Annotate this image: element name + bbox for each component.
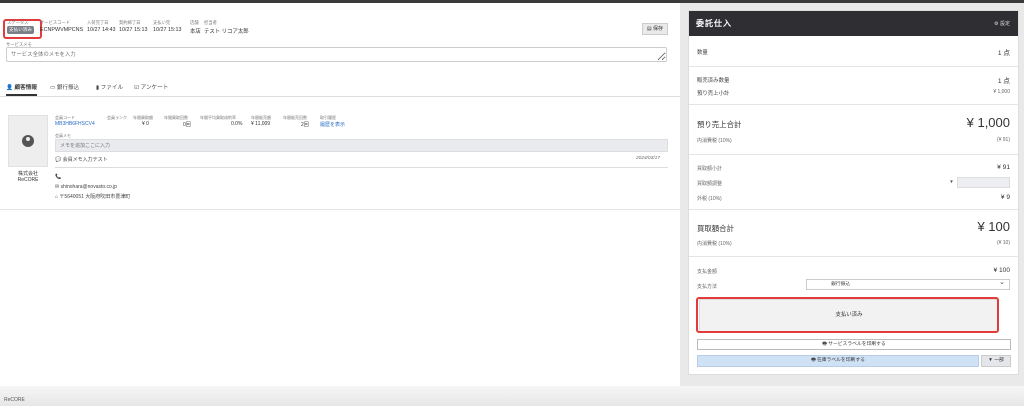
service-memo-input[interactable] [6, 47, 667, 62]
member-code-link[interactable]: MB3HB6FHSCV4 [55, 121, 95, 127]
payment-label: 支払い完 [153, 20, 171, 25]
expected-subtotal-label: 預り売上小計 [697, 91, 730, 97]
printer-icon: 🖶 [811, 358, 816, 363]
arrival-label: 入荷完了日 [87, 20, 109, 25]
store-value: 本店 [190, 29, 201, 35]
footer-text: ReCORE [4, 397, 25, 403]
annual-purchase-value: ¥ 0 [142, 121, 149, 127]
divider [55, 167, 668, 168]
divider [689, 104, 1018, 105]
payment-amount-label: 支払金額 [697, 269, 718, 275]
address-row: ⌂ 〒5640051 大阪府吹田市豊津町 [55, 194, 131, 200]
printer-icon: 🖶 [822, 342, 827, 347]
tab-survey[interactable]: ☑ アンケート [134, 83, 168, 96]
section-divider [0, 209, 680, 210]
annual-avg-rate-value: 0.0% [231, 121, 243, 127]
checklist-icon: ☑ [134, 85, 140, 91]
save-button[interactable]: ▤ 保存 [642, 23, 668, 35]
filter-icon: ▼ [988, 358, 993, 363]
gear-icon: ⚙ [994, 21, 999, 27]
tab-customer[interactable]: 👤 顧客情報 [6, 83, 37, 96]
mail-icon: ✉ [55, 184, 60, 190]
divider [689, 154, 1018, 155]
purchase-tax-value: (¥ 10) [996, 240, 1010, 246]
phone-row: 📞 [55, 174, 61, 180]
avatar [8, 115, 48, 167]
expected-tax-value: (¥ 91) [996, 137, 1010, 143]
status-badge: 支払い済み [7, 26, 34, 34]
phone-icon: 📞 [55, 174, 62, 180]
payment-amount-value: ¥ 100 [993, 267, 1010, 274]
save-icon: ▤ [646, 26, 652, 32]
purchase-subtotal-label: 買取額小計 [697, 166, 723, 172]
settings-button[interactable]: ⚙ 設定 [994, 20, 1010, 27]
purchase-total-label: 買取額合計 [697, 224, 734, 233]
print-service-label-button[interactable]: 🖶 サービスラベルを印刷する [697, 339, 1011, 350]
tax-exclusive-label: 外税 (10%) [697, 196, 722, 202]
bank-card-icon: ▭ [50, 85, 56, 91]
sold-qty-label: 販売済み数量 [697, 78, 730, 84]
tab-bar: 👤 顧客情報 ▭ 銀行振込 ▮ ファイル ☑ アンケート [0, 79, 680, 97]
consignment-panel: 委託仕入 ⚙ 設定 数量 1 点 販売済み数量 1 点 預り売上小計 ¥ 1,0… [688, 10, 1019, 375]
tab-files[interactable]: ▮ ファイル [96, 83, 123, 96]
quantity-value: 1 点 [997, 50, 1010, 57]
divider [689, 256, 1018, 257]
tab-bank-transfer[interactable]: ▭ 銀行振込 [50, 83, 79, 96]
purchase-tax-label: 内消費税 (10%) [697, 241, 732, 247]
paid-highlight-box [696, 297, 999, 333]
expected-total-value: ¥ 1,000 [966, 115, 1010, 130]
email-row: ✉ shinohara@novasto.co.jp [55, 184, 118, 190]
company-name: 株式会社 ReCORE [17, 171, 39, 183]
divider [689, 209, 1018, 210]
contract-label: 契約締了日 [119, 20, 141, 25]
member-memo-note: 💬 会員メモ入力テスト [55, 157, 108, 163]
divider [689, 66, 1018, 67]
adjust-label: 買取額調整 [697, 181, 723, 187]
purchase-total-value: ¥ 100 [977, 219, 1010, 234]
home-icon: ⌂ [55, 194, 59, 200]
service-code-value: ECNPWVMPCNS [40, 27, 84, 33]
payment-method-select[interactable]: 銀行振込 [806, 278, 1010, 290]
staff-label: 担当者 [204, 20, 217, 25]
file-icon: ▮ [96, 85, 100, 91]
quantity-label: 数量 [697, 50, 708, 56]
annual-sales-value: ¥ 11,009 [251, 121, 271, 127]
store-label: 店舗 [190, 20, 199, 25]
expected-subtotal-value: ¥ 1,000 [993, 89, 1010, 95]
print-stock-label-button[interactable]: 🖶 在庫ラベルを印刷する [697, 355, 979, 367]
history-link[interactable]: 履歴を表示 [320, 121, 345, 128]
panel-header: 委託仕入 ⚙ 設定 [689, 11, 1018, 36]
chevron-down-icon[interactable]: ▼ [946, 177, 958, 188]
panel-title: 委託仕入 [696, 19, 732, 28]
member-memo-date: 2024/03/17 [636, 156, 661, 161]
service-code-label: サービスコード [40, 20, 71, 25]
staff-value: テスト リコア太郎 [204, 29, 249, 35]
rank-label: 会員ランク [107, 115, 127, 120]
sold-qty-value: 1 点 [997, 78, 1010, 85]
payment-method-label: 支払方法 [697, 284, 718, 290]
footer-bar: ReCORE [0, 386, 1024, 406]
comment-icon: 💬 [55, 157, 62, 163]
annual-sales-count-value: 2回 [301, 122, 309, 128]
purchase-subtotal-value: ¥ 91 [997, 164, 1010, 171]
member-memo-input[interactable] [55, 139, 668, 152]
expected-total-label: 預り売上合計 [697, 120, 742, 129]
main-content: ステータス 支払い済み サービスコード ECNPWVMPCNS 入荷完了日 10… [0, 3, 680, 386]
payment-value: 10/27 15:13 [153, 27, 182, 33]
arrival-value: 10/27 14:43 [87, 27, 116, 33]
contract-value: 10/27 15:13 [119, 27, 148, 33]
save-label: 保存 [653, 26, 664, 32]
person-icon: 👤 [6, 85, 13, 91]
partial-button[interactable]: ▼ 一部 [981, 355, 1011, 367]
expected-tax-label: 内消費税 (10%) [697, 138, 732, 144]
annual-purchase-count-value: 0回 [183, 122, 191, 128]
user-circle-icon [22, 135, 34, 147]
tax-exclusive-value: ¥ 9 [1000, 194, 1010, 201]
